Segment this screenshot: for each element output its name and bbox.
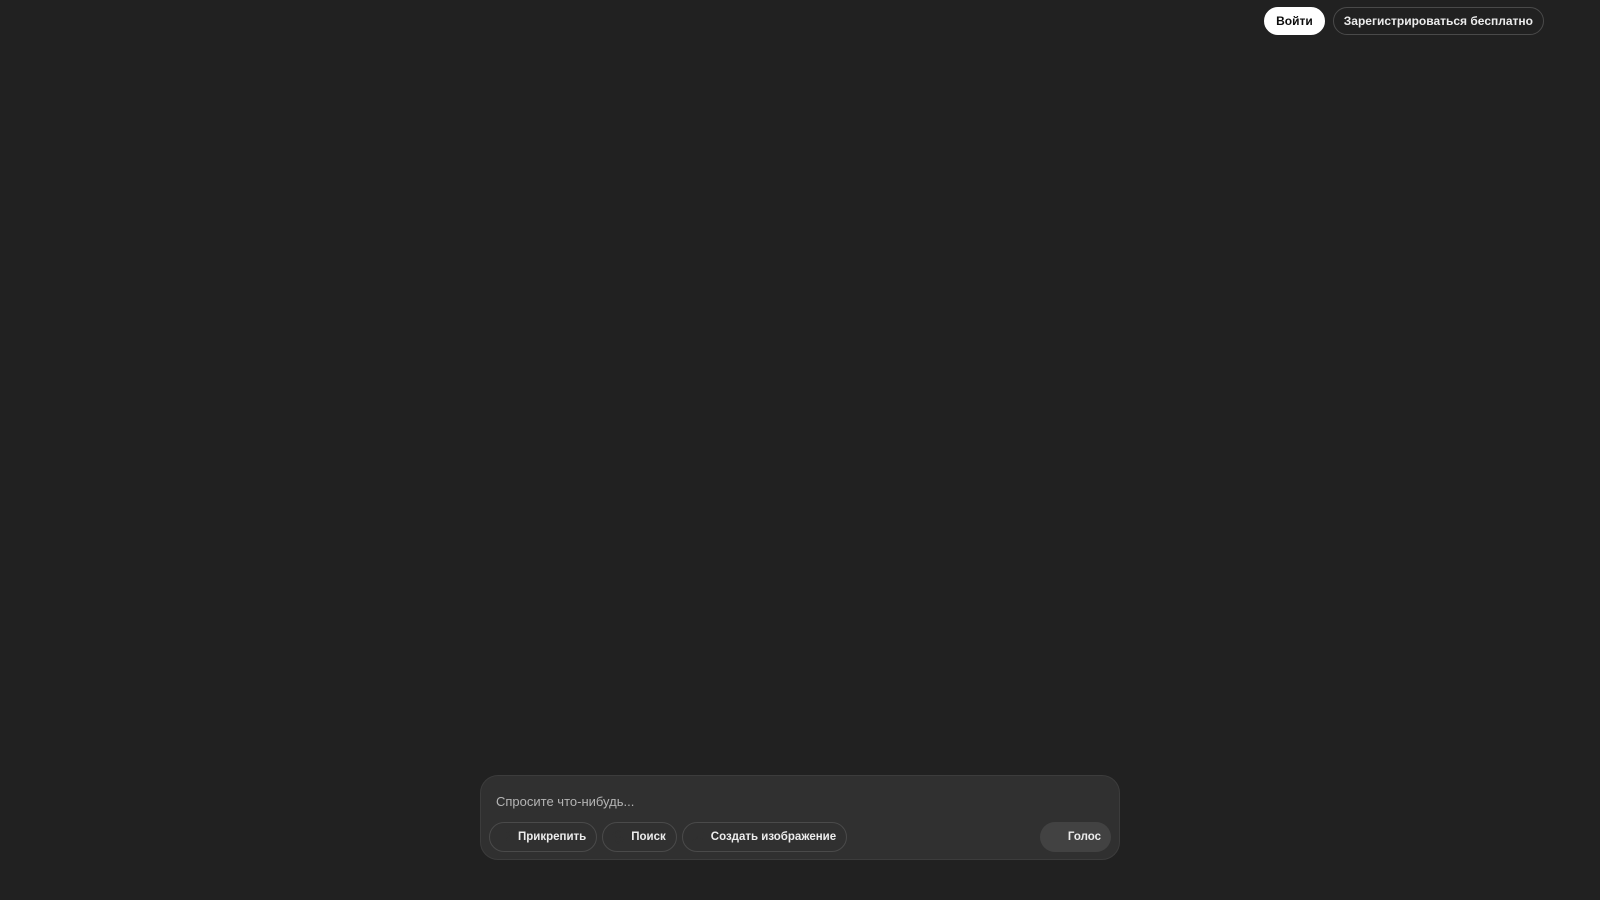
search-button[interactable]: Поиск [602, 822, 677, 852]
voice-waveform-icon [1048, 830, 1062, 844]
voice-button[interactable]: Голос [1039, 822, 1111, 852]
paperclip-icon [498, 830, 512, 845]
attach-button[interactable]: Прикрепить [489, 822, 598, 852]
page: Войти Зарегистрироваться бесплатно Прикр… [0, 0, 1600, 900]
create-image-button[interactable]: Создать изображение [681, 822, 848, 852]
signup-button[interactable]: Зарегистрироваться бесплатно [1332, 7, 1544, 35]
create-image-label: Создать изображение [710, 831, 837, 843]
attach-label: Прикрепить [518, 831, 587, 843]
prompt-input[interactable] [496, 790, 1096, 812]
login-button[interactable]: Войти [1264, 7, 1325, 35]
header-actions: Войти Зарегистрироваться бесплатно [1264, 7, 1544, 35]
globe-icon [611, 830, 625, 844]
prompt-composer: Прикрепить Поиск [480, 775, 1120, 860]
image-icon [691, 830, 705, 844]
voice-label: Голос [1067, 831, 1101, 843]
composer-toolbar: Прикрепить Поиск Создать изображение [489, 822, 848, 852]
search-label: Поиск [631, 831, 666, 843]
